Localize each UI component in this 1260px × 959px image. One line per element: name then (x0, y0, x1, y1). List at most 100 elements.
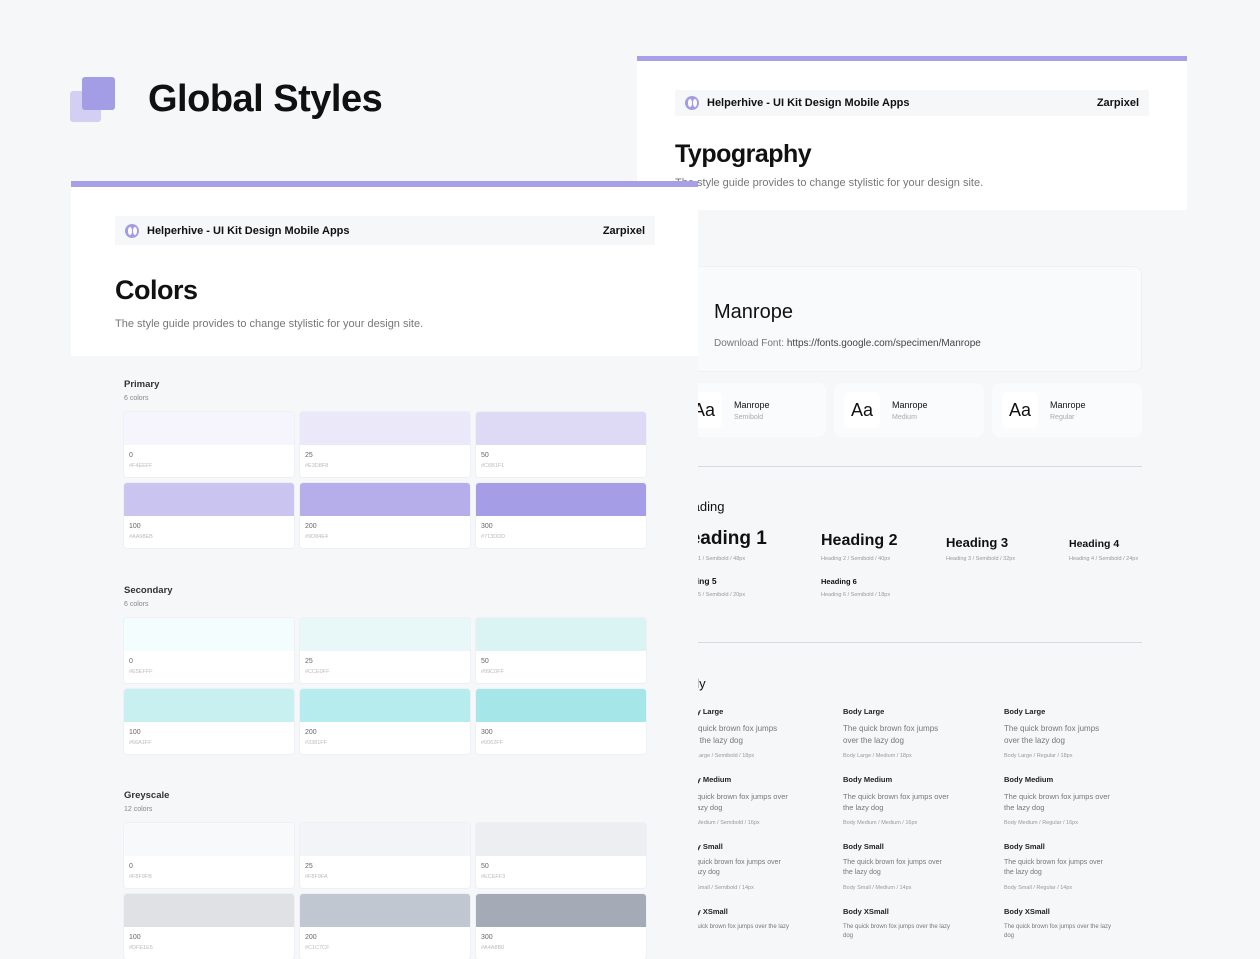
color-swatch-card: 200 #3381FF (300, 689, 470, 754)
swatch-step: 25 (305, 452, 313, 459)
color-swatch-card: 25 #F8F9FA (300, 823, 470, 888)
color-swatch (124, 618, 294, 651)
body-meta: Body Medium / Semibold / 16px (682, 819, 760, 826)
heading-sample: Heading 6 Heading 6 / Semibold / 18px (821, 577, 946, 598)
body-sample: Body Large The quick brown fox jumps over… (843, 707, 1004, 759)
color-swatch-card: 0 #E5EFFF (124, 618, 294, 683)
swatch-hex: #AA98EB (129, 534, 153, 540)
helperhive-logo-icon (125, 223, 139, 238)
color-swatch (124, 689, 294, 722)
color-swatch (300, 618, 470, 651)
color-swatch (476, 483, 646, 516)
body-label: Body Small (843, 841, 884, 851)
body-sample: Body Medium The quick brown fox jumps ove… (682, 775, 843, 826)
swatch-grid: 0 #F4EEFF 25 #E3D8F8 50 #C6B1F1 100 #AA98EB 200 #… (124, 412, 646, 548)
helperhive-logo-icon (685, 96, 699, 110)
color-swatch (300, 689, 470, 722)
body-sample: Body Small The quick brown fox jumps over… (843, 842, 1004, 891)
swatch-step: 100 (129, 729, 141, 736)
color-group-title: Primary (124, 379, 160, 390)
color-swatch (300, 823, 470, 856)
body-samples: Body Large The quick brown fox jumps over… (682, 707, 1148, 941)
font-weight-card: Aa Manrope Semibold (676, 383, 826, 437)
color-swatch (476, 894, 646, 927)
color-group-title: Greyscale (124, 790, 170, 801)
color-swatch-card: 50 #99C0FF (476, 618, 646, 683)
divider (676, 466, 1142, 467)
swatch-hex: #0062FF (481, 740, 504, 746)
typography-title: Typography (675, 140, 812, 168)
color-swatch-card: 300 #713DDD (476, 483, 646, 548)
font-weight-name: Manrope (1050, 399, 1086, 410)
color-swatch (476, 618, 646, 651)
body-text: The quick brown fox jumps over the lazy … (843, 858, 942, 877)
body-text: The quick brown fox jumps over the lazy … (682, 724, 778, 745)
body-meta: Body Large / Regular / 18px (1004, 753, 1073, 759)
color-swatch-card: 100 #DFE1E5 (124, 894, 294, 959)
body-text: The quick brown fox jumps over the lazy … (1004, 724, 1100, 745)
body-label: Body XSmall (843, 906, 889, 916)
colors-title: Colors (115, 275, 198, 305)
color-swatch (300, 412, 470, 445)
font-sample: Aa (1002, 392, 1038, 428)
swatch-hex: #713DDD (481, 534, 506, 540)
body-sample: Body Medium The quick brown fox jumps ove… (1004, 775, 1165, 826)
body-label: Body Large (682, 707, 724, 716)
color-group-title: Secondary (124, 585, 173, 596)
color-swatch-card: 0 #F8F9FB (124, 823, 294, 888)
color-swatch (124, 823, 294, 856)
color-swatch (476, 412, 646, 445)
body-text: The quick brown fox jumps over the lazy … (1004, 792, 1110, 813)
body-sample: Body Large The quick brown fox jumps over… (1004, 707, 1165, 759)
body-label: Body Large (1004, 707, 1046, 716)
body-sample: Body Medium The quick brown fox jumps ove… (843, 775, 1004, 826)
color-swatch-card: 200 #9D84E4 (300, 483, 470, 548)
body-text: The quick brown fox jumps over the lazy … (843, 923, 951, 939)
color-swatch (300, 894, 470, 927)
heading-sample: Heading 4 Heading 4 / Semibold / 24px (1069, 538, 1192, 562)
body-label: Body XSmall (682, 906, 728, 916)
typography-header: Helperhive - UI Kit Design Mobile Apps Z… (637, 61, 1187, 210)
divider (676, 642, 1142, 643)
body-label: Body Medium (843, 775, 893, 784)
heading-meta: Heading 6 / Semibold / 18px (821, 592, 891, 598)
color-swatch (124, 412, 294, 445)
color-swatch (300, 483, 470, 516)
body-label: Body Large (843, 707, 885, 716)
heading-label: Heading 6 (821, 577, 857, 586)
color-swatch (124, 483, 294, 516)
body-text: The quick brown fox jumps over the lazy … (1004, 858, 1103, 877)
color-swatch-card: 100 #66A1FF (124, 689, 294, 754)
heading-sample: Heading 3 Heading 3 / Semibold / 32px (946, 535, 1069, 562)
color-swatch-card: 300 #A4A8B0 (476, 894, 646, 959)
color-swatch-card: 50 #ECEFF3 (476, 823, 646, 888)
color-swatch-card: 0 #F4EEFF (124, 412, 294, 477)
swatch-step: 200 (305, 934, 317, 941)
body-text: The quick brown fox jumps over the lazy … (682, 923, 790, 939)
download-font-link[interactable]: https://fonts.google.com/specimen/Manrop… (787, 338, 981, 349)
font-weight-label: Regular (1050, 413, 1075, 421)
color-swatch (476, 823, 646, 856)
body-sample: Body XSmall The quick brown fox jumps ove… (843, 907, 1004, 941)
heading-section-title: Heading (676, 499, 725, 514)
color-group-count: 6 colors (124, 601, 149, 608)
page-title: Global Styles (148, 78, 383, 120)
body-meta: Body Small / Medium / 14px (843, 884, 912, 891)
body-text: The quick brown fox jumps over the lazy … (843, 792, 949, 813)
swatch-step: 300 (481, 729, 493, 736)
body-sample: Body Small The quick brown fox jumps over… (1004, 842, 1165, 891)
heading-label: Heading 4 (1069, 538, 1120, 550)
swatch-hex: #F4EEFF (129, 463, 153, 469)
colors-panel: Helperhive - UI Kit Design Mobile Apps Z… (71, 181, 698, 959)
swatch-step: 25 (305, 863, 313, 870)
swatch-hex: #99C0FF (481, 669, 504, 675)
color-swatch-card: 200 #C1C7CF (300, 894, 470, 959)
font-name: Manrope (714, 301, 793, 323)
body-label: Body Medium (682, 775, 732, 784)
body-label: Body Medium (1004, 775, 1054, 784)
swatch-hex: #3381FF (305, 740, 328, 746)
color-group-primary: Primary 6 colors 0 #F4EEFF 25 #E3D8F8 50 #C6B1F… (124, 379, 646, 548)
color-swatch (476, 689, 646, 722)
font-weight-label: Semibold (734, 413, 764, 421)
body-meta: Body Small / Semibold / 14px (682, 884, 754, 891)
